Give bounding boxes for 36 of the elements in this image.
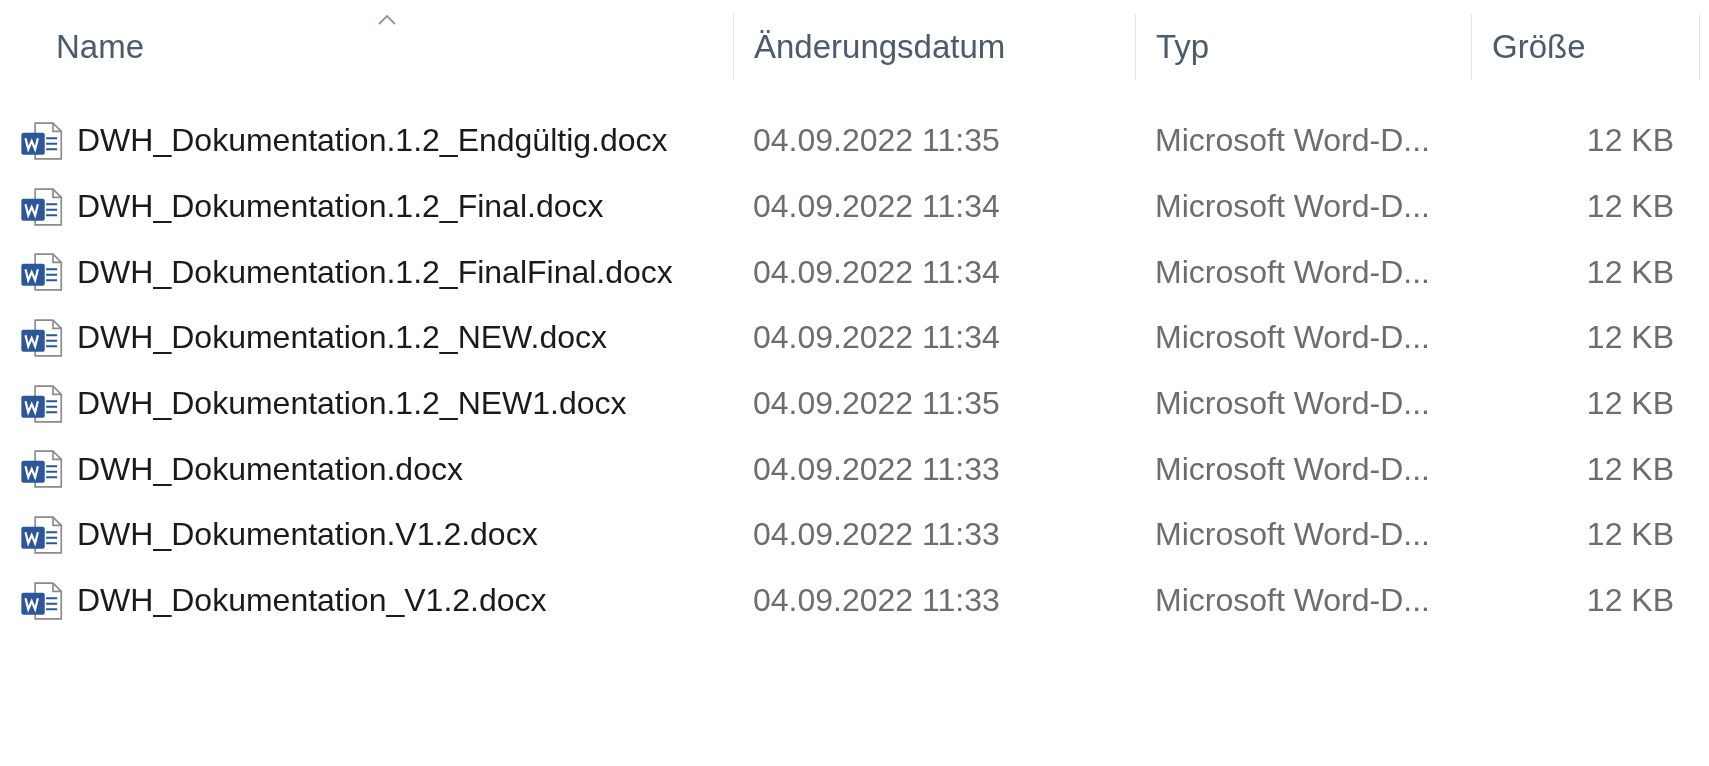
column-header[interactable]: Änderungsdatum (734, 14, 1136, 80)
file-name-text[interactable]: DWH_Dokumentation.V1.2.docx (77, 516, 538, 554)
file-size: 12 KB (1585, 253, 1675, 291)
column-header[interactable]: Typ (1136, 14, 1472, 80)
file-size: 12 KB (1585, 188, 1675, 226)
file-type: Microsoft Word-D... (1154, 516, 1431, 554)
file-name-text[interactable]: DWH_Dokumentation.docx (77, 450, 463, 488)
file-type: Microsoft Word-D... (1154, 319, 1431, 357)
file-size: 12 KB (1585, 319, 1675, 357)
file-type: Microsoft Word-D... (1154, 582, 1431, 620)
column-header[interactable]: Größe (1472, 14, 1700, 80)
file-size: 12 KB (1585, 516, 1675, 554)
file-name-text[interactable]: DWH_Dokumentation.1.2_NEW.docx (77, 319, 607, 357)
file-size: 12 KB (1585, 385, 1675, 423)
file-type: Microsoft Word-D... (1154, 253, 1431, 291)
file-name-text[interactable]: DWH_Dokumentation_V1.2.docx (77, 582, 547, 620)
modified-date: 04.09.2022 11:33 (752, 450, 1001, 488)
column-header[interactable]: Name (0, 14, 734, 80)
modified-date: 04.09.2022 11:33 (752, 582, 1001, 620)
modified-date: 04.09.2022 11:34 (752, 319, 1001, 357)
file-size: 12 KB (1585, 122, 1675, 160)
file-type: Microsoft Word-D... (1154, 122, 1431, 160)
file-name-text[interactable]: DWH_Dokumentation.1.2_FinalFinal.docx (77, 253, 673, 291)
modified-date: 04.09.2022 11:34 (752, 253, 1001, 291)
modified-date: 04.09.2022 11:34 (752, 188, 1001, 226)
file-type: Microsoft Word-D... (1154, 450, 1431, 488)
modified-date: 04.09.2022 11:35 (752, 122, 1001, 160)
file-type: Microsoft Word-D... (1154, 385, 1431, 423)
modified-date: 04.09.2022 11:33 (752, 516, 1001, 554)
modified-date: 04.09.2022 11:35 (752, 385, 1001, 423)
file-size: 12 KB (1585, 582, 1675, 620)
file-size: 12 KB (1585, 450, 1675, 488)
file-type: Microsoft Word-D... (1154, 188, 1431, 226)
file-name-text[interactable]: DWH_Dokumentation.1.2_Final.docx (77, 188, 604, 226)
file-name-text[interactable]: DWH_Dokumentation.1.2_Endgültig.docx (77, 122, 668, 160)
file-name-text[interactable]: DWH_Dokumentation.1.2_NEW1.docx (77, 385, 627, 423)
